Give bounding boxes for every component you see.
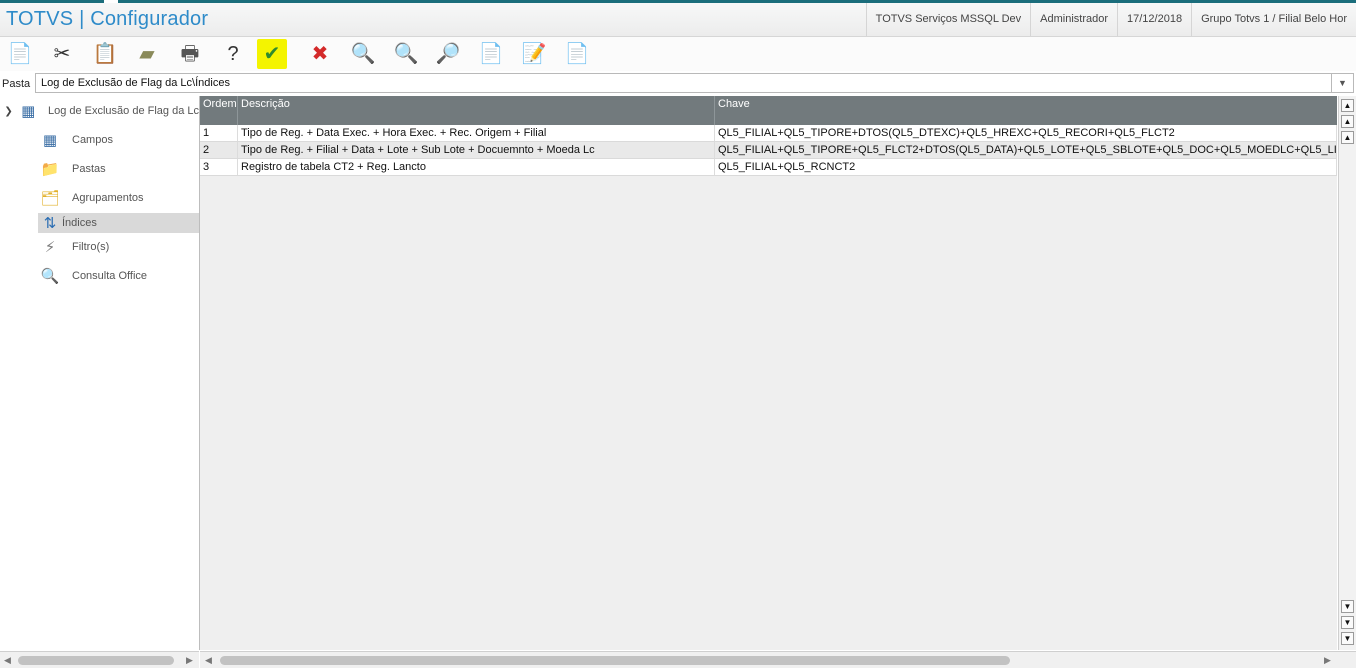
tree-item-campos[interactable]: ▦ Campos bbox=[38, 129, 199, 151]
clipboard-icon: 📋 bbox=[92, 43, 118, 65]
column-header-chave[interactable]: Chave bbox=[715, 96, 1337, 125]
scroll-down-button[interactable]: ▼ bbox=[1341, 600, 1354, 613]
scissors-icon: ✂ bbox=[53, 43, 71, 65]
scroll-page-down-button[interactable]: ▼ bbox=[1341, 616, 1354, 629]
column-header-descricao[interactable]: Descrição bbox=[238, 96, 715, 125]
copy-icon: 📄 bbox=[7, 43, 33, 65]
new-document-button[interactable]: 📄 bbox=[476, 39, 506, 69]
table-cell: Tipo de Reg. + Data Exec. + Hora Exec. +… bbox=[238, 125, 715, 141]
print-button[interactable]: 🖶 bbox=[175, 39, 205, 69]
toolbar: 📄 ✂ 📋 ▰ 🖶? ✔ ✖ 🔍 🔍 🔎 📄 📝 📄 bbox=[0, 37, 1356, 71]
eraser-icon: ▰ bbox=[139, 43, 155, 65]
grid-vertical-scrollbar[interactable]: ▲ ▲ ▲ ▼ ▼ ▼ bbox=[1338, 96, 1356, 650]
delete-document-button[interactable]: 📄 bbox=[562, 39, 592, 69]
x-icon: ✖ bbox=[311, 43, 329, 65]
magnifier-icon: 🔍 bbox=[393, 43, 419, 65]
printer-icon: 🖶 bbox=[180, 43, 200, 65]
sort-az-icon: ⇅ bbox=[43, 215, 57, 232]
header-info-item: Administrador bbox=[1030, 3, 1117, 36]
table-cell: 3 bbox=[200, 159, 238, 175]
pasta-label: Pasta bbox=[2, 78, 31, 90]
tree-item-label: Índices bbox=[62, 217, 97, 229]
table-cell: QL5_FILIAL+QL5_RCNCT2 bbox=[715, 159, 1337, 175]
tree-item-label: Pastas bbox=[72, 163, 106, 175]
scroll-bottom-button[interactable]: ▼ bbox=[1341, 632, 1354, 645]
tree-item-agrupamentos[interactable]: 🗂 Agrupamentos bbox=[38, 187, 199, 209]
edit-document-button[interactable]: 📝 bbox=[519, 39, 549, 69]
tree-scroll-thumb[interactable] bbox=[18, 656, 174, 665]
checkmark-icon: ✔ bbox=[263, 43, 281, 65]
filter-icon: ⚡ bbox=[44, 239, 56, 256]
magnifier-icon: 🔍 bbox=[350, 43, 376, 65]
help-button[interactable]: ? bbox=[218, 39, 248, 69]
app-header: TOTVS | Configurador TOTVS Serviços MSSQ… bbox=[0, 3, 1356, 37]
table-fields-icon: ▦ bbox=[42, 132, 58, 149]
header-info-item: TOTVS Serviços MSSQL Dev bbox=[865, 3, 1030, 36]
pasta-row: Pasta Log de Exclusão de Flag da Lc\Índi… bbox=[0, 72, 1356, 96]
chevron-down-icon: ▼ bbox=[1338, 78, 1347, 88]
tree-item-pastas[interactable]: 📁 Pastas bbox=[38, 158, 199, 180]
folder-icon: 📁 bbox=[40, 161, 60, 178]
tree-item-label: Campos bbox=[72, 134, 113, 146]
table-row[interactable]: 3 Registro de tabela CT2 + Reg. Lancto QL5… bbox=[200, 159, 1337, 176]
table-icon: ▦ bbox=[21, 103, 36, 120]
grid-header: Ordem Descrição Chave bbox=[200, 96, 1337, 125]
new-document-icon: 📄 bbox=[478, 43, 504, 65]
grid-scroll-thumb[interactable] bbox=[220, 656, 1010, 665]
header-info-item: 17/12/2018 bbox=[1117, 3, 1191, 36]
tree-item-indices[interactable]: ⇅ Índices bbox=[38, 213, 199, 233]
cancel-button[interactable]: ✖ bbox=[305, 39, 335, 69]
tree-item-consulta-office[interactable]: 🔍 Consulta Office bbox=[38, 265, 199, 287]
tree-item-label: Agrupamentos bbox=[72, 192, 144, 204]
scroll-page-up-button[interactable]: ▲ bbox=[1341, 115, 1354, 128]
pasta-select[interactable]: Log de Exclusão de Flag da Lc\Índices bbox=[35, 73, 1332, 93]
tree-root-label: Log de Exclusão de Flag da Lc bbox=[47, 105, 199, 117]
folder-open-icon: 🗂 bbox=[40, 190, 60, 207]
app-title: TOTVS | Configurador bbox=[6, 8, 209, 30]
delete-document-icon: 📄 bbox=[564, 43, 590, 65]
preview-icon: 🔎 bbox=[435, 43, 461, 65]
tree-root[interactable]: ❯ ▦ Log de Exclusão de Flag da Lc bbox=[0, 100, 199, 122]
scroll-left-icon[interactable]: ◀ bbox=[4, 655, 11, 666]
index-grid: Ordem Descrição Chave 1 Tipo de Reg. + Da… bbox=[200, 96, 1337, 650]
pasta-dropdown-button[interactable]: ▼ bbox=[1332, 73, 1354, 93]
tree-item-label: Consulta Office bbox=[72, 270, 148, 282]
tree-horizontal-scrollbar[interactable]: ◀ ▶ bbox=[0, 651, 199, 668]
header-info: TOTVS Serviços MSSQL Dev Administrador 17/… bbox=[865, 3, 1356, 36]
search-next-button[interactable]: 🔍 bbox=[391, 39, 421, 69]
magnifier-icon: 🔍 bbox=[40, 268, 60, 285]
table-row[interactable]: 1 Tipo de Reg. + Data Exec. + Hora Exec. … bbox=[200, 125, 1337, 142]
folder-tree: ❯ ▦ Log de Exclusão de Flag da Lc ▦ Campo… bbox=[0, 96, 200, 650]
table-cell: Registro de tabela CT2 + Reg. Lancto bbox=[238, 159, 715, 175]
paste-button[interactable]: 📋 bbox=[90, 39, 120, 69]
edit-document-icon: 📝 bbox=[521, 43, 547, 65]
scroll-top-button[interactable]: ▲ bbox=[1341, 99, 1354, 112]
scroll-up-button[interactable]: ▲ bbox=[1341, 131, 1354, 144]
help-icon: ? bbox=[227, 43, 239, 65]
preview-button[interactable]: 🔎 bbox=[433, 39, 463, 69]
confirm-button[interactable]: ✔ bbox=[257, 39, 287, 69]
cut-button[interactable]: ✂ bbox=[47, 39, 77, 69]
eraser-button[interactable]: ▰ bbox=[132, 39, 162, 69]
search-button[interactable]: 🔍 bbox=[348, 39, 378, 69]
table-cell: 1 bbox=[200, 125, 238, 141]
table-cell: QL5_FILIAL+QL5_TIPORE+QL5_FLCT2+DTOS(QL5… bbox=[715, 142, 1337, 158]
tree-item-label: Filtro(s) bbox=[72, 241, 110, 253]
copy-button[interactable]: 📄 bbox=[5, 39, 35, 69]
chevron-down-icon[interactable]: ❯ bbox=[0, 106, 17, 117]
tree-item-filtros[interactable]: ⚡ Filtro(s) bbox=[38, 236, 199, 258]
table-cell: 2 bbox=[200, 142, 238, 158]
header-info-item: Grupo Totvs 1 / Filial Belo Hor bbox=[1191, 3, 1356, 36]
grid-horizontal-scrollbar[interactable]: ◀ ▶ bbox=[200, 651, 1356, 668]
table-cell: Tipo de Reg. + Filial + Data + Lote + Su… bbox=[238, 142, 715, 158]
table-row[interactable]: 2 Tipo de Reg. + Filial + Data + Lote + S… bbox=[200, 142, 1337, 159]
column-header-ordem[interactable]: Ordem bbox=[200, 96, 238, 125]
scroll-right-icon[interactable]: ▶ bbox=[186, 655, 193, 666]
table-cell: QL5_FILIAL+QL5_TIPORE+DTOS(QL5_DTEXC)+QL… bbox=[715, 125, 1337, 141]
scroll-right-icon[interactable]: ▶ bbox=[1324, 655, 1331, 666]
scroll-left-icon[interactable]: ◀ bbox=[205, 655, 212, 666]
